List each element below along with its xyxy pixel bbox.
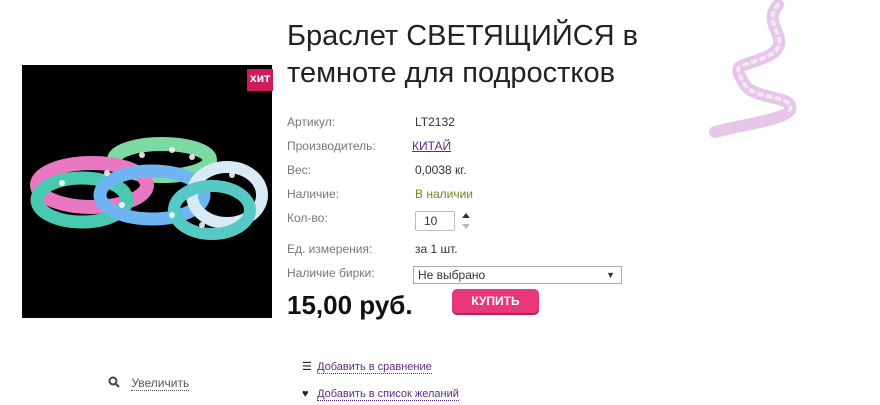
heart-icon: ♥	[302, 388, 309, 400]
wishlist-action[interactable]: ♥ Добавить в список желаний	[302, 388, 459, 401]
caret-down-icon: ▼	[606, 270, 615, 280]
product-title: Браслет СВЕТЯЩИЙСЯ в темноте для подрост…	[287, 18, 707, 92]
tag-label: Наличие бирки:	[287, 266, 375, 280]
unit-label: Ед. измерения:	[287, 242, 373, 256]
maker-label: Производитель:	[287, 139, 376, 153]
spinner-arrows-icon[interactable]	[461, 211, 471, 231]
stock-label: Наличие:	[287, 187, 340, 201]
hit-badge: ХИТ	[247, 69, 273, 91]
article-label: Артикул:	[287, 115, 336, 129]
list-icon: ☰	[302, 361, 312, 373]
wishlist-link[interactable]: Добавить в список желаний	[317, 388, 459, 401]
tag-select[interactable]: Не выбрано ▼	[413, 266, 622, 284]
unit-value: за 1 шт.	[415, 242, 458, 256]
compare-link[interactable]: Добавить в сравнение	[317, 361, 432, 374]
price: 15,00 руб.	[287, 290, 413, 320]
buy-button[interactable]: КУПИТЬ	[452, 289, 539, 313]
quantity-input[interactable]: 10	[415, 211, 455, 231]
ribbon-decoration	[709, 0, 797, 138]
zoom-link[interactable]: Увеличить	[108, 376, 190, 391]
compare-action[interactable]: ☰ Добавить в сравнение	[302, 360, 432, 374]
search-icon	[108, 376, 123, 390]
product-image[interactable]	[22, 65, 272, 318]
product-title-line1: Браслет СВЕТЯЩИЙСЯ в	[287, 20, 639, 52]
zoom-label[interactable]: Увеличить	[131, 376, 190, 391]
maker-link[interactable]: КИТАЙ	[412, 139, 451, 153]
article-value: LT2132	[415, 115, 455, 129]
quantity-label: Кол-во:	[287, 211, 328, 225]
tag-select-value: Не выбрано	[418, 268, 486, 282]
weight-label: Вес:	[287, 163, 312, 177]
product-title-line2: темноте для подростков	[287, 57, 615, 89]
weight-value: 0,0038 кг.	[415, 163, 467, 177]
stock-status: В наличии	[415, 187, 474, 201]
